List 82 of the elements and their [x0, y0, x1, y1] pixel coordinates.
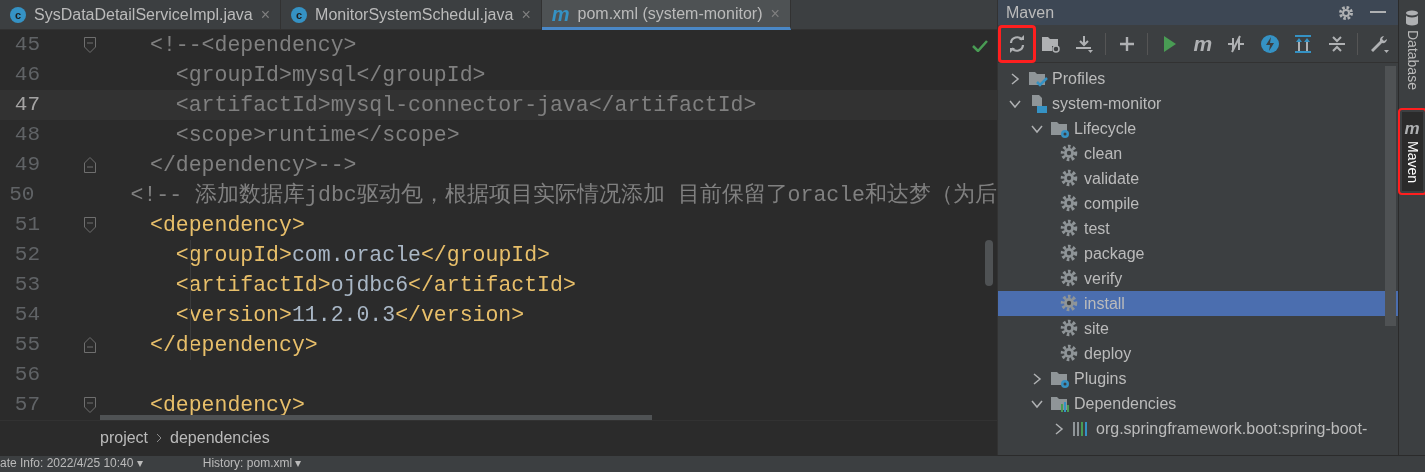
chevron-right-icon[interactable]	[1009, 72, 1021, 85]
gear-icon	[1060, 293, 1080, 314]
side-tab[interactable]: m Maven	[1401, 111, 1423, 191]
wrench-icon	[1369, 33, 1390, 54]
line-number: 55	[13, 332, 40, 359]
code-line: <artifactId>mysql-connector-java</artifactId>	[174, 91, 757, 119]
line-number: 51	[13, 212, 40, 239]
gear-icon	[1060, 168, 1080, 189]
tree-item[interactable]: test	[998, 216, 1398, 241]
line-number: 49	[13, 152, 40, 179]
fold-icon[interactable]	[84, 397, 96, 413]
database-icon	[1405, 10, 1419, 26]
settings-icon[interactable]	[1338, 4, 1354, 21]
chevron-right-icon[interactable]	[1031, 372, 1043, 385]
editor-tab[interactable]: m pom.xml (system-monitor) ×	[541, 0, 791, 30]
line-number: 47	[13, 92, 40, 119]
gear-icon	[1060, 193, 1080, 214]
gear-icon	[1060, 243, 1080, 264]
lightning-icon	[1259, 33, 1280, 54]
line-number: 53	[13, 272, 40, 299]
code-line: <!--<dependency>	[150, 31, 357, 59]
line-number: 54	[13, 302, 40, 329]
offline-icon	[1226, 33, 1247, 54]
tree-item[interactable]: site	[998, 316, 1398, 341]
tree-item[interactable]: org.springframework.boot:spring-boot-	[998, 416, 1398, 441]
tree-item[interactable]: Profiles	[998, 66, 1398, 91]
gear-icon	[1060, 218, 1080, 239]
line-number: 45	[13, 32, 40, 59]
expand-icon	[1293, 33, 1314, 54]
toolbar-label[interactable]: History: pom.xml ▾	[202, 456, 302, 470]
code-line: <groupId>mysql</groupId>	[174, 61, 486, 89]
code-line: <artifactId>ojdbc6</artifactId>	[174, 271, 576, 299]
chevron-icon	[156, 433, 163, 443]
tree-item[interactable]: deploy	[998, 341, 1398, 366]
breadcrumb-item[interactable]: project	[100, 426, 149, 450]
fold-icon[interactable]	[84, 37, 96, 53]
line-number: 48	[13, 122, 40, 149]
class-icon: c	[10, 7, 26, 23]
code-line: <dependency>	[150, 391, 305, 419]
tree-item[interactable]: verify	[998, 266, 1398, 291]
side-tab[interactable]: Database	[1401, 2, 1423, 98]
tree-item[interactable]: system-monitor	[998, 91, 1398, 116]
fold-icon[interactable]	[84, 337, 96, 353]
tree-item[interactable]: Dependencies	[998, 391, 1398, 416]
maven-icon: m	[1404, 119, 1420, 137]
gear-icon	[1060, 268, 1080, 289]
line-number: 52	[13, 242, 40, 269]
code-line: <scope>runtime</scope>	[174, 121, 460, 149]
tree-item[interactable]: Lifecycle	[998, 116, 1398, 141]
code-line: <dependency>	[150, 211, 305, 239]
tree-item[interactable]: clean	[998, 141, 1398, 166]
code-line: <!-- 添加数据库jdbc驱动包，根据项目实际情况添加 目前保留了oracle和达梦（为后	[130, 181, 997, 209]
scrollbar-thumb[interactable]	[100, 415, 652, 420]
check-icon	[972, 40, 988, 52]
line-number: 46	[13, 62, 40, 89]
fold-icon[interactable]	[84, 157, 96, 173]
code-line: </dependency>	[150, 331, 318, 359]
maven-icon: m	[551, 3, 570, 24]
line-number: 56	[13, 362, 40, 389]
toolbar-label[interactable]: ate Info: 2022/4/25 10:40 ▾	[0, 456, 143, 470]
line-number: 50	[8, 182, 35, 209]
download-icon	[1074, 33, 1095, 54]
breadcrumb-item[interactable]: dependencies	[170, 426, 270, 450]
gear-icon	[1060, 143, 1080, 164]
scrollbar-thumb[interactable]	[1385, 66, 1396, 326]
fold-icon[interactable]	[84, 217, 96, 233]
scrollbar-thumb[interactable]	[985, 240, 993, 286]
code-line: <groupId>com.oracle</groupId>	[174, 241, 550, 269]
tree-item[interactable]: package	[998, 241, 1398, 266]
class-icon: c	[291, 7, 308, 23]
collapse-icon	[1326, 33, 1347, 54]
line-number: 57	[13, 392, 40, 419]
panel-title: Maven	[1006, 2, 1055, 23]
code-line: <version>11.2.0.3</version>	[174, 301, 525, 329]
reload-icon	[1007, 33, 1027, 54]
tree-item[interactable]: compile	[998, 191, 1398, 216]
tree-item[interactable]: validate	[998, 166, 1398, 191]
gear-icon	[1060, 343, 1080, 364]
tree-item[interactable]: Plugins	[998, 366, 1398, 391]
gear-icon	[1060, 318, 1080, 339]
code-line: </dependency>-->	[150, 151, 357, 179]
chevron-right-icon[interactable]	[1053, 422, 1065, 435]
